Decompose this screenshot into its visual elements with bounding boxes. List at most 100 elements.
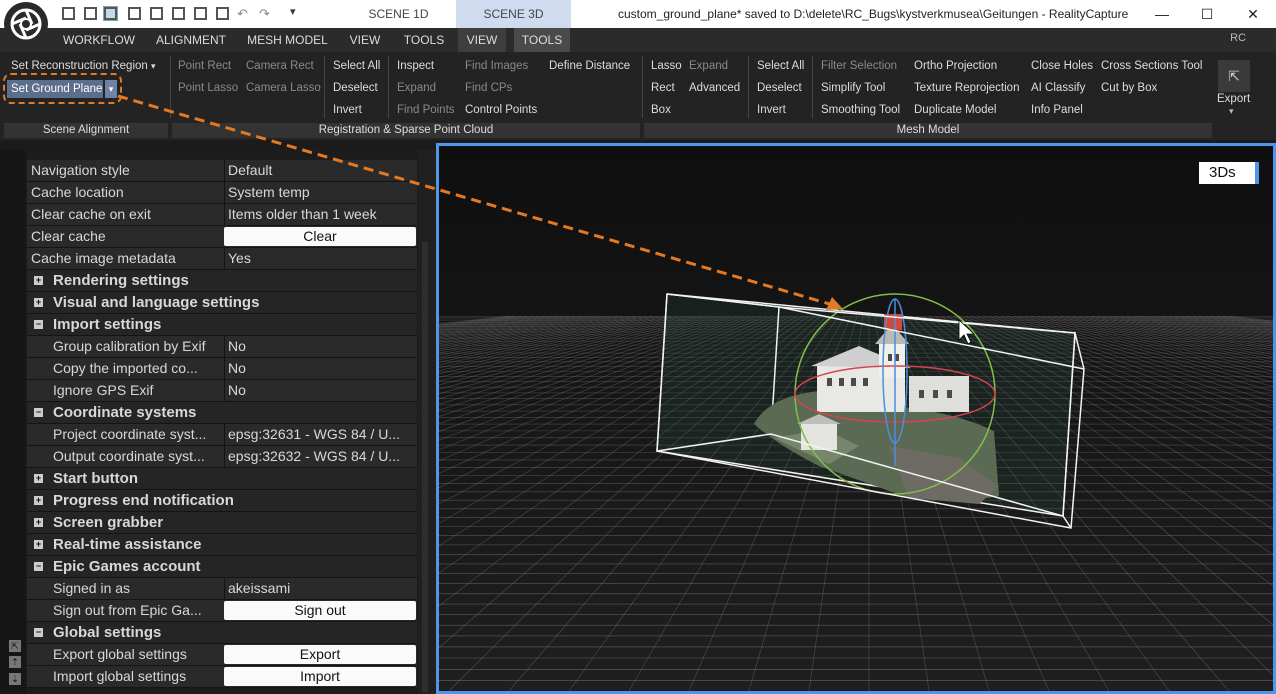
export-button[interactable]: Export <box>1217 93 1250 105</box>
rect-button[interactable]: Rect <box>651 80 675 96</box>
menu-alignment[interactable]: ALIGNMENT <box>150 28 232 52</box>
mesh-select-all-button[interactable]: Select All <box>757 58 804 74</box>
tab-scene-3d[interactable]: SCENE 3D <box>456 0 571 28</box>
select-all-button[interactable]: Select All <box>333 58 380 74</box>
collapse-icon[interactable]: − <box>34 408 43 417</box>
menu-scene-view[interactable]: VIEW <box>458 28 506 52</box>
expand-icon[interactable]: + <box>34 474 43 483</box>
find-cps-button[interactable]: Find CPs <box>465 80 512 96</box>
info-panel-button[interactable]: Info Panel <box>1031 102 1083 118</box>
scrollbar-thumb[interactable] <box>422 242 428 692</box>
setting-value[interactable]: No <box>224 380 417 401</box>
scrollbar[interactable] <box>418 150 436 694</box>
duplicate-model-button[interactable]: Duplicate Model <box>914 102 996 118</box>
realitycapture-logo[interactable] <box>4 2 48 46</box>
filter-selection-button[interactable]: Filter Selection <box>821 58 897 74</box>
expand-button[interactable]: Expand <box>397 80 436 96</box>
ai-classify-button[interactable]: AI Classify <box>1031 80 1085 96</box>
expand-icon[interactable]: + <box>34 298 43 307</box>
setting-value[interactable]: Yes <box>224 248 417 269</box>
minimize-button[interactable]: — <box>1152 4 1172 24</box>
import-global-settings-button[interactable]: Import <box>224 667 416 686</box>
section-real-time-assistance[interactable]: + Real-time assistance <box>27 534 417 556</box>
setting-value[interactable]: Items older than 1 week <box>224 204 417 225</box>
clear-cache-button[interactable]: Clear <box>224 227 416 246</box>
expand-icon[interactable]: + <box>34 276 43 285</box>
setting-value[interactable]: epsg:32631 - WGS 84 / U... <box>224 424 417 445</box>
layout-1-icon[interactable] <box>62 7 75 20</box>
simplify-tool-button[interactable]: Simplify Tool <box>821 80 885 96</box>
find-points-button[interactable]: Find Points <box>397 102 455 118</box>
section-rendering-settings[interactable]: + Rendering settings <box>27 270 417 292</box>
texture-reprojection-button[interactable]: Texture Reprojection <box>914 80 1019 96</box>
menu-mesh-model[interactable]: MESH MODEL <box>240 28 335 52</box>
chevron-down-icon[interactable]: ▾ <box>1229 106 1234 117</box>
cut-by-box-button[interactable]: Cut by Box <box>1101 80 1157 96</box>
deselect-button[interactable]: Deselect <box>333 80 378 96</box>
cross-sections-tool-button[interactable]: Cross Sections Tool <box>1101 58 1202 74</box>
scene-3d-render[interactable] <box>439 146 1273 691</box>
point-rect-button[interactable]: Point Rect <box>178 58 231 74</box>
layout-2-icon[interactable] <box>84 7 97 20</box>
section-visual-and-language-settings[interactable]: + Visual and language settings <box>27 292 417 314</box>
expand-icon[interactable]: + <box>34 496 43 505</box>
expand-icon[interactable]: + <box>34 540 43 549</box>
camera-lasso-button[interactable]: Camera Lasso <box>246 80 321 96</box>
section-import-settings[interactable]: − Import settings <box>27 314 417 336</box>
section-global-settings[interactable]: − Global settings <box>27 622 417 644</box>
point-lasso-button[interactable]: Point Lasso <box>178 80 238 96</box>
view-mode-badge[interactable]: 3Ds <box>1199 162 1259 184</box>
mesh-expand-button[interactable]: Expand <box>689 58 728 74</box>
maximize-button[interactable]: ☐ <box>1197 4 1217 24</box>
section-start-button[interactable]: + Start button <box>27 468 417 490</box>
mesh-deselect-button[interactable]: Deselect <box>757 80 802 96</box>
layout-4-icon[interactable] <box>128 7 141 20</box>
sign-out-from-epic-ga-button[interactable]: Sign out <box>224 601 416 620</box>
lasso-button[interactable]: Lasso <box>651 58 682 74</box>
setting-value[interactable]: epsg:32632 - WGS 84 / U... <box>224 446 417 467</box>
setting-value[interactable]: Default <box>224 160 417 181</box>
collapse-icon[interactable]: − <box>34 562 43 571</box>
ortho-projection-button[interactable]: Ortho Projection <box>914 58 997 74</box>
advanced-button[interactable]: Advanced <box>689 80 740 96</box>
inspect-button[interactable]: Inspect <box>397 58 434 74</box>
layout-7-icon[interactable] <box>194 7 207 20</box>
scroll-up-icon[interactable]: ⇡ <box>9 656 21 668</box>
control-points-button[interactable]: Control Points <box>465 102 537 118</box>
setting-value[interactable]: akeissami <box>224 578 417 599</box>
redo-icon[interactable]: ↷ <box>258 7 271 20</box>
find-images-button[interactable]: Find Images <box>465 58 528 74</box>
section-screen-grabber[interactable]: + Screen grabber <box>27 512 417 534</box>
section-coordinate-systems[interactable]: − Coordinate systems <box>27 402 417 424</box>
collapse-icon[interactable]: − <box>34 320 43 329</box>
define-distance-button[interactable]: Define Distance <box>549 58 630 74</box>
menu-view[interactable]: VIEW <box>340 28 390 52</box>
menu-scene-tools[interactable]: TOOLS <box>514 28 570 52</box>
mesh-invert-button[interactable]: Invert <box>757 102 786 118</box>
smoothing-tool-button[interactable]: Smoothing Tool <box>821 102 900 118</box>
close-holes-button[interactable]: Close Holes <box>1031 58 1093 74</box>
setting-value[interactable]: No <box>224 336 417 357</box>
export-global-settings-button[interactable]: Export <box>224 645 416 664</box>
layout-6-icon[interactable] <box>172 7 185 20</box>
setting-value[interactable]: No <box>224 358 417 379</box>
box-button[interactable]: Box <box>651 102 671 118</box>
close-button[interactable]: ✕ <box>1243 4 1263 24</box>
collapse-icon[interactable]: − <box>34 628 43 637</box>
layout-5-icon[interactable] <box>150 7 163 20</box>
section-epic-games-account[interactable]: − Epic Games account <box>27 556 417 578</box>
expand-icon[interactable]: + <box>34 518 43 527</box>
quick-access-dropdown-icon[interactable]: ▾ <box>290 5 296 18</box>
section-progress-end-notification[interactable]: + Progress end notification <box>27 490 417 512</box>
setting-value[interactable]: System temp <box>224 182 417 203</box>
export-icon[interactable]: ⇱ <box>1218 60 1250 92</box>
tab-scene-1d[interactable]: SCENE 1D <box>341 0 456 28</box>
menu-tools[interactable]: TOOLS <box>398 28 450 52</box>
layout-3-icon[interactable] <box>103 6 118 21</box>
undo-icon[interactable]: ↶ <box>236 7 249 20</box>
set-reconstruction-region-button[interactable]: Set Reconstruction Region ▾ <box>11 58 156 74</box>
panel-dock-icon[interactable]: ⇱ <box>9 640 21 652</box>
layout-8-icon[interactable] <box>216 7 229 20</box>
scene-3d-viewport[interactable]: 3Ds <box>436 143 1276 694</box>
menu-workflow[interactable]: WORKFLOW <box>54 28 144 52</box>
